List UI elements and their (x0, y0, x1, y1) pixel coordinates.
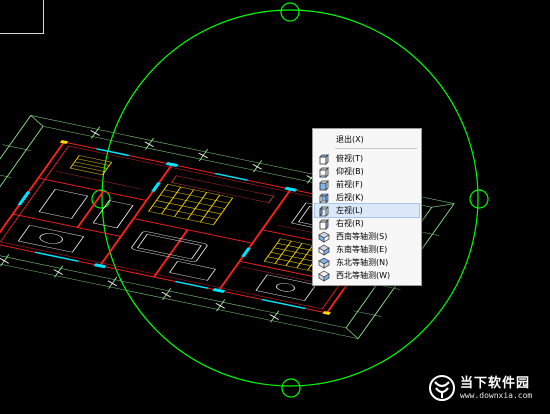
sw-isometric-icon (318, 231, 330, 243)
watermark-url: www.downxia.com (460, 390, 533, 400)
menu-item-bottom-view[interactable]: 仰视(B) (315, 165, 419, 178)
back-view-icon (319, 193, 329, 203)
menu-item-label: 西北等轴测(W) (336, 271, 391, 280)
menu-item-label: 退出(X) (336, 135, 364, 144)
menu-item-label: 东南等轴测(E) (336, 245, 388, 254)
menu-item-top-view[interactable]: 俯视(T) (315, 152, 419, 165)
menu-item-label: 俯视(T) (336, 154, 364, 163)
menu-item-label: 前视(F) (336, 180, 363, 189)
ne-isometric-icon (318, 257, 330, 269)
menu-item-se-isometric[interactable]: 东南等轴测(E) (315, 243, 419, 256)
menu-item-label: 右视(R) (336, 219, 364, 228)
view-context-menu: 退出(X) 俯视(T) 仰视(B) 前视(F) 后视(K) 左视(L) 右视(R… (312, 128, 422, 286)
menu-item-label: 后视(K) (336, 193, 364, 202)
menu-item-right-view[interactable]: 右视(R) (315, 217, 419, 230)
se-isometric-icon (318, 244, 330, 256)
ucs-icon-frame (0, 0, 44, 34)
orbit-handle-right[interactable] (469, 189, 489, 209)
orbit-handle-bottom[interactable] (281, 378, 301, 398)
menu-item-front-view[interactable]: 前视(F) (315, 178, 419, 191)
orbit-handle-top[interactable] (280, 2, 300, 22)
menu-item-exit[interactable]: 退出(X) (315, 133, 419, 146)
menu-item-ne-isometric[interactable]: 东北等轴测(N) (315, 256, 419, 269)
front-view-icon (319, 179, 329, 191)
menu-item-label: 仰视(B) (336, 167, 364, 176)
right-view-icon (319, 218, 329, 230)
menu-item-label: 西南等轴测(S) (336, 232, 388, 241)
watermark-name: 当下软件园 (460, 375, 531, 391)
watermark-text: 当下软件园 www.downxia.com (460, 376, 532, 401)
orbit-arcball[interactable] (91, 2, 489, 398)
menu-item-back-view[interactable]: 后视(K) (315, 191, 419, 204)
menu-separator (335, 148, 417, 149)
left-view-icon (319, 205, 329, 217)
top-view-icon (319, 153, 329, 165)
nw-isometric-icon (318, 270, 330, 282)
menu-item-sw-isometric[interactable]: 西南等轴测(S) (315, 230, 419, 243)
drawing-viewport[interactable] (0, 0, 550, 414)
menu-item-left-view[interactable]: 左视(L) (314, 203, 420, 218)
downxia-logo-icon (429, 375, 455, 401)
watermark: 当下软件园 www.downxia.com (428, 368, 548, 408)
bottom-view-icon (319, 166, 329, 178)
menu-item-label: 东北等轴测(N) (336, 258, 389, 267)
menu-item-nw-isometric[interactable]: 西北等轴测(W) (315, 269, 419, 282)
menu-item-label: 左视(L) (336, 206, 363, 215)
